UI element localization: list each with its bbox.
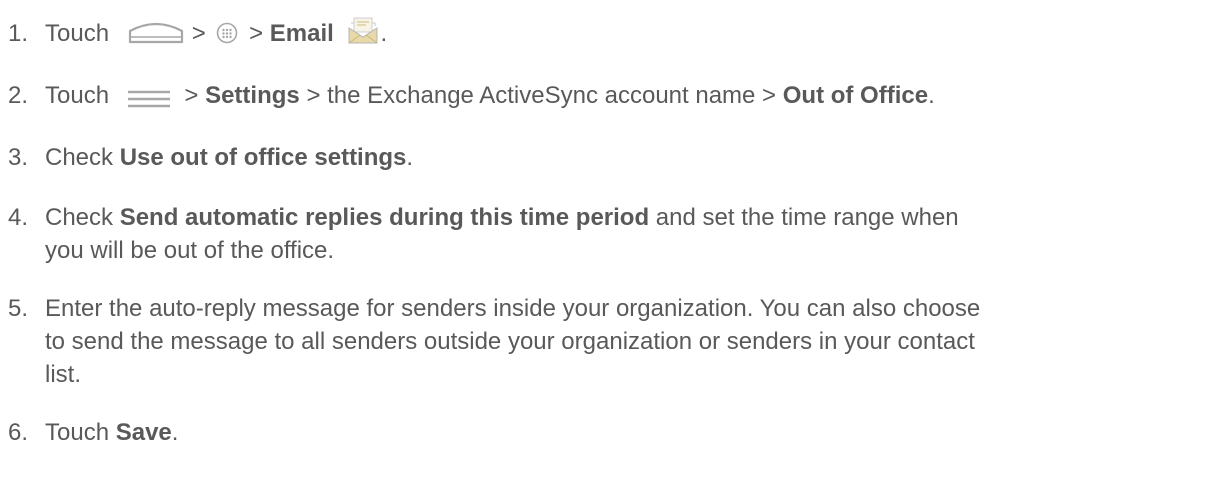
period: . (171, 419, 179, 446)
step-text: Touch Save. (45, 416, 1210, 449)
apps-icon (216, 20, 238, 43)
check-text: Check (45, 144, 114, 171)
step-line: Enter the auto-reply message for senders… (45, 295, 981, 322)
step-text: Check Use out of office settings. (45, 141, 1210, 174)
step-number: 5. (8, 295, 29, 322)
check-text: Check (45, 204, 114, 231)
use-out-of-office-settings-label: Use out of office settings (119, 144, 407, 171)
settings-label: Settings (205, 82, 300, 109)
step-rest-text: and set the time range when (655, 204, 959, 231)
period: . (928, 82, 935, 109)
email-label: Email (269, 20, 334, 47)
separator: > (184, 82, 199, 109)
step-middle-text: > the Exchange ActiveSync account name > (306, 82, 777, 109)
touch-text: Touch (45, 82, 110, 109)
period: . (406, 144, 414, 171)
step-rest-text: you will be out of the office. (45, 237, 335, 264)
step-text: Touch > Settings > the Exchange ActiveSy… (45, 79, 1210, 112)
period: . (380, 20, 388, 47)
separator: > (249, 20, 264, 47)
menu-icon (127, 84, 170, 107)
send-automatic-replies-label: Send automatic replies during this time … (119, 204, 650, 231)
out-of-office-label: Out of Office (782, 82, 929, 109)
step-line: to send the message to all senders outsi… (45, 328, 975, 355)
step-number: 3. (8, 144, 29, 171)
home-icon (126, 19, 186, 45)
step-text: Touch > > Email . (45, 17, 1210, 50)
step-text: Check Send automatic replies during this… (45, 201, 1210, 267)
separator: > (191, 20, 206, 47)
step-number: 2. (8, 82, 29, 109)
touch-text: Touch (45, 419, 110, 446)
step-text: Enter the auto-reply message for senders… (45, 292, 1210, 391)
save-label: Save (115, 419, 172, 446)
step-number: 1. (8, 20, 29, 47)
email-icon (346, 15, 380, 45)
step-line: list. (45, 361, 81, 388)
touch-text: Touch (45, 20, 110, 47)
step-number: 4. (8, 204, 29, 231)
step-number: 6. (8, 419, 29, 446)
